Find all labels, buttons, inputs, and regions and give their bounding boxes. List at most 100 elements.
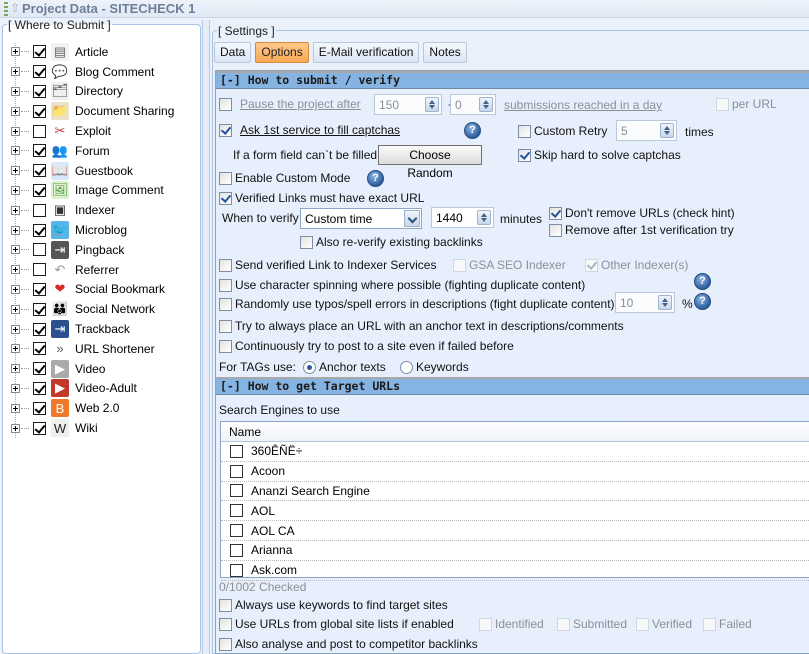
tags-keywords-option[interactable]: Keywords (400, 360, 469, 374)
tree-item-social-network[interactable]: 👪 Social Network (9, 299, 174, 319)
expand-icon[interactable] (11, 126, 20, 136)
typos-option[interactable]: Randomly use typos/spell errors in descr… (219, 297, 615, 311)
other-indexers-checkbox[interactable] (585, 258, 598, 272)
exact-url-checkbox[interactable] (219, 191, 232, 205)
ask-captcha-checkbox[interactable] (219, 123, 232, 137)
column-header-name[interactable]: Name (221, 422, 809, 442)
pause-variance-spinner[interactable]: 0 (450, 94, 496, 115)
tree-item-image-comment[interactable]: 🖼 Image Comment (9, 181, 174, 201)
expand-icon[interactable] (11, 324, 20, 334)
dont-remove-urls-checkbox[interactable] (549, 206, 562, 220)
tree-item-wiki[interactable]: W Wiki (9, 418, 174, 438)
tab-options[interactable]: Options (255, 42, 309, 63)
custom-retry-option[interactable]: Custom Retry (518, 124, 607, 138)
list-item[interactable]: Ask.com (221, 561, 809, 581)
tab-data[interactable]: Data (214, 42, 252, 63)
platform-checkbox[interactable] (33, 302, 46, 316)
list-verified-option[interactable]: Verified (636, 617, 692, 631)
tree-item-article[interactable]: ▤ Article (9, 42, 174, 62)
engine-checkbox[interactable] (230, 524, 243, 538)
exact-url-option[interactable]: Verified Links must have exact URL (219, 191, 424, 205)
send-to-indexer-option[interactable]: Send verified Link to Indexer Services (219, 258, 436, 272)
panel-splitter[interactable] (202, 20, 210, 654)
tab-email-verification[interactable]: E-Mail verification (312, 42, 420, 63)
platform-checkbox[interactable] (33, 203, 46, 217)
list-item[interactable]: Acoon (221, 462, 809, 482)
platform-checkbox[interactable] (33, 84, 46, 98)
expand-icon[interactable] (11, 86, 20, 96)
tree-item-pingback[interactable]: ⇥ Pingback (9, 240, 174, 260)
reverify-backlinks-option[interactable]: Also re-verify existing backlinks (300, 235, 483, 249)
platform-checkbox[interactable] (33, 243, 46, 257)
tree-item-video-adult[interactable]: ▶ Video-Adult (9, 379, 174, 399)
expand-icon[interactable] (11, 146, 20, 156)
expand-icon[interactable] (11, 67, 20, 77)
verify-minutes-spinner[interactable]: 1440 (431, 207, 494, 228)
platform-checkbox[interactable] (33, 223, 46, 237)
engine-checkbox[interactable] (230, 484, 243, 498)
list-identified-option[interactable]: Identified (479, 617, 544, 631)
platform-checkbox[interactable] (33, 401, 46, 415)
custom-retry-checkbox[interactable] (518, 124, 531, 138)
help-icon[interactable]: ? (464, 122, 481, 139)
expand-icon[interactable] (11, 166, 20, 176)
character-spinning-checkbox[interactable] (219, 278, 232, 292)
tree-item-web-2-0[interactable]: B Web 2.0 (9, 398, 174, 418)
reverify-backlinks-checkbox[interactable] (300, 235, 313, 249)
engine-checkbox[interactable] (230, 504, 243, 518)
send-to-indexer-checkbox[interactable] (219, 258, 232, 272)
always-keywords-checkbox[interactable] (219, 598, 232, 612)
typos-percent-value[interactable]: 10 (616, 296, 658, 310)
spinner-arrows-icon[interactable] (479, 97, 493, 112)
pause-variance-value[interactable]: 0 (451, 98, 479, 112)
expand-icon[interactable] (11, 284, 20, 294)
other-indexers-option[interactable]: Other Indexer(s) (585, 258, 688, 272)
choose-random-button[interactable]: Choose Random (378, 145, 482, 180)
engine-checkbox[interactable] (230, 444, 243, 458)
platform-checkbox[interactable] (33, 421, 46, 435)
expand-icon[interactable] (11, 364, 20, 374)
list-submitted-checkbox[interactable] (557, 617, 570, 631)
expand-icon[interactable] (11, 245, 20, 255)
skip-hard-captchas-option[interactable]: Skip hard to solve captchas (518, 148, 681, 162)
tree-item-video[interactable]: ▶ Video (9, 359, 174, 379)
gsa-seo-indexer-option[interactable]: GSA SEO Indexer (453, 258, 566, 272)
spinner-arrows-icon[interactable] (425, 97, 439, 112)
tree-item-indexer[interactable]: ▣ Indexer (9, 200, 174, 220)
skip-hard-captchas-checkbox[interactable] (518, 148, 531, 162)
grip-icon[interactable] (4, 2, 8, 16)
per-url-checkbox[interactable] (716, 97, 729, 111)
platform-checkbox[interactable] (33, 45, 46, 59)
spinner-arrows-icon[interactable] (658, 295, 672, 310)
when-to-verify-select[interactable]: Custom time (300, 208, 422, 229)
engine-checkbox[interactable] (230, 543, 243, 557)
expand-icon[interactable] (11, 185, 20, 195)
character-spinning-option[interactable]: Use character spinning where possible (f… (219, 278, 585, 292)
anchor-texts-radio[interactable] (303, 360, 316, 374)
spinner-arrows-icon[interactable] (660, 123, 674, 138)
expand-icon[interactable] (11, 423, 20, 433)
platform-checkbox[interactable] (33, 322, 46, 336)
list-item[interactable]: 360ÊÑË÷ (221, 442, 809, 462)
target-urls-header[interactable]: [-] How to get Target URLs (216, 377, 809, 395)
pause-project-checkbox[interactable] (219, 97, 232, 111)
tree-item-referrer[interactable]: ↶ Referrer (9, 260, 174, 280)
chevron-down-icon[interactable] (404, 210, 420, 227)
platform-checkbox[interactable] (33, 164, 46, 178)
search-engines-list[interactable]: Name 360ÊÑË÷ Acoon Ananzi Search Engine AOL… (220, 421, 809, 581)
help-icon[interactable]: ? (694, 273, 711, 290)
platform-checkbox[interactable] (33, 381, 46, 395)
help-icon[interactable]: ? (694, 293, 711, 310)
remove-after-first-try-checkbox[interactable] (549, 223, 562, 237)
platform-checkbox[interactable] (33, 342, 46, 356)
platform-checkbox[interactable] (33, 263, 46, 277)
custom-mode-option[interactable]: Enable Custom Mode (219, 171, 350, 185)
expand-icon[interactable] (11, 205, 20, 215)
platform-checkbox[interactable] (33, 282, 46, 296)
tree-item-trackback[interactable]: ⇥ Trackback (9, 319, 174, 339)
platform-checkbox[interactable] (33, 183, 46, 197)
list-failed-checkbox[interactable] (703, 617, 716, 631)
anchor-text-option[interactable]: Try to always place an URL with an ancho… (219, 319, 624, 333)
list-item[interactable]: Arianna (221, 541, 809, 561)
pause-count-value[interactable]: 150 (375, 98, 425, 112)
